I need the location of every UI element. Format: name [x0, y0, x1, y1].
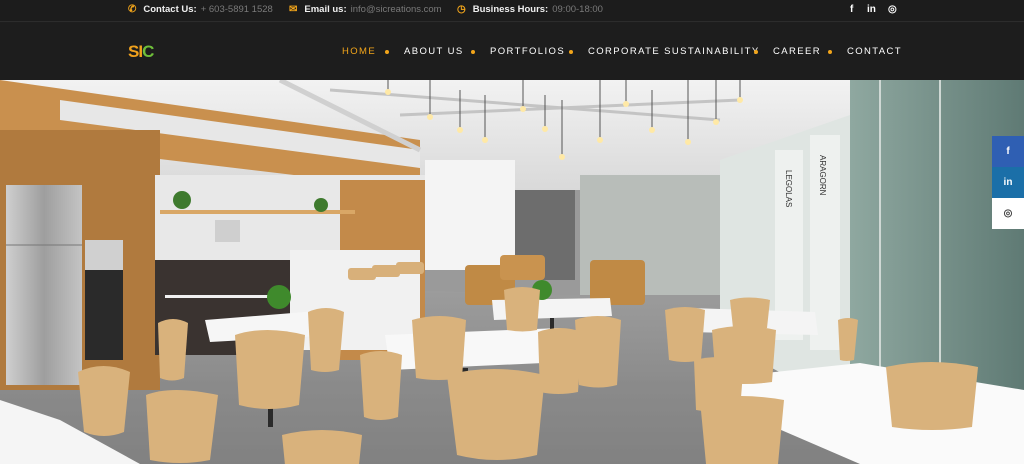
door-label-aragorn: ARAGORN	[818, 155, 827, 196]
door-label-legolas: LEGOLAS	[784, 170, 793, 207]
instagram-icon[interactable]: ◎	[888, 4, 897, 15]
email-address[interactable]: info@sicreations.com	[351, 4, 442, 15]
nav-separator	[754, 50, 758, 54]
hours-info: ◷ Business Hours: 09:00-18:00	[457, 4, 603, 15]
site-logo[interactable]: SIC	[128, 42, 154, 62]
side-linkedin-button[interactable]: in	[992, 167, 1024, 198]
nav-home[interactable]: HOME	[342, 46, 376, 57]
nav-separator	[569, 50, 573, 54]
envelope-icon: ✉	[289, 4, 298, 15]
nav-separator	[385, 50, 389, 54]
contact-info: ✆ Contact Us: + 603-5891 1528	[128, 4, 273, 15]
contact-label: Contact Us:	[143, 4, 197, 15]
email-label: Email us:	[304, 4, 347, 15]
nav-portfolios[interactable]: PORTFOLIOS	[490, 46, 565, 57]
nav-career[interactable]: CAREER	[773, 46, 821, 57]
linkedin-icon[interactable]: in	[867, 4, 876, 15]
side-instagram-button[interactable]: ◎	[992, 198, 1024, 229]
email-info: ✉ Email us: info@sicreations.com	[289, 4, 442, 15]
facebook-icon[interactable]: f	[850, 4, 853, 15]
hours-value: 09:00-18:00	[552, 4, 603, 15]
logo-letter-s: S	[128, 42, 139, 61]
nav-about-us[interactable]: ABOUT US	[404, 46, 464, 57]
clock-icon: ◷	[457, 4, 466, 15]
nav-contact[interactable]: CONTACT	[847, 46, 902, 57]
cafeteria-illustration: LEGOLAS ARAGORN	[0, 80, 1024, 464]
phone-icon: ✆	[128, 4, 137, 15]
nav-separator	[828, 50, 832, 54]
nav-separator	[471, 50, 475, 54]
hero-banner-image: LEGOLAS ARAGORN	[0, 80, 1024, 464]
side-facebook-button[interactable]: f	[992, 136, 1024, 167]
hours-label: Business Hours:	[472, 4, 549, 15]
main-navbar: SIC HOME ABOUT US PORTFOLIOS CORPORATE S…	[0, 23, 1024, 80]
top-info-bar: ✆ Contact Us: + 603-5891 1528 ✉ Email us…	[0, 0, 1024, 22]
logo-letter-c: C	[142, 42, 154, 61]
contact-phone[interactable]: + 603-5891 1528	[201, 4, 273, 15]
nav-corporate-sustainability[interactable]: CORPORATE SUSTAINABILITY	[588, 46, 760, 57]
